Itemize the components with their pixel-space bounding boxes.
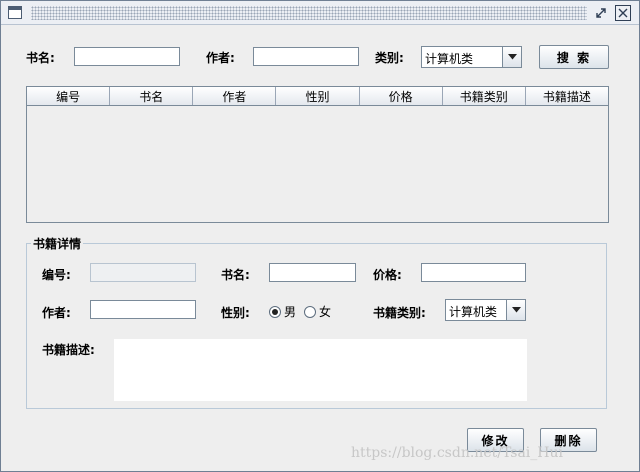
column-header-description[interactable]: 书籍描述	[526, 87, 608, 105]
search-category-value: 计算机类	[425, 52, 474, 66]
results-table[interactable]: 编号 书名 作者 性别 价格 书籍类别 书籍描述	[26, 86, 609, 223]
column-header-category[interactable]: 书籍类别	[443, 87, 526, 105]
detail-category-value: 计算机类	[449, 305, 498, 319]
title-bar[interactable]	[1, 1, 639, 25]
gender-female-radio[interactable]: 女	[304, 303, 331, 320]
app-window: 书名: 作者: 类别: 计算机类 搜 索 编号 书名 作者 性别 价格 书籍类别…	[0, 0, 640, 472]
search-name-label: 书名:	[26, 51, 55, 65]
search-author-input[interactable]	[253, 47, 359, 66]
detail-gender-label: 性别:	[221, 306, 250, 320]
radio-unselected-icon[interactable]	[304, 305, 316, 318]
detail-name-field[interactable]	[269, 263, 356, 282]
detail-price-label: 价格:	[373, 268, 402, 282]
detail-description-label: 书籍描述:	[42, 343, 95, 357]
search-name-input[interactable]	[74, 47, 180, 66]
column-header-gender[interactable]: 性别	[276, 87, 360, 105]
table-header: 编号 书名 作者 性别 价格 书籍类别 书籍描述	[27, 87, 608, 106]
column-header-name[interactable]: 书名	[110, 87, 194, 105]
book-details-title: 书籍详情	[31, 235, 84, 252]
window-icon	[8, 6, 22, 19]
search-author-label: 作者:	[206, 51, 235, 65]
title-grip	[31, 6, 587, 20]
watermark-text: https://blog.csdn.net/Tsai_Hui	[351, 445, 563, 461]
detail-id-label: 编号:	[42, 268, 71, 282]
gender-male-label: 男	[284, 305, 297, 319]
chevron-down-icon[interactable]	[506, 300, 525, 320]
column-header-author[interactable]: 作者	[193, 87, 277, 105]
detail-name-label: 书名:	[221, 268, 250, 282]
column-header-price[interactable]: 价格	[360, 87, 443, 105]
gender-female-label: 女	[319, 305, 332, 319]
radio-selected-icon[interactable]	[269, 305, 281, 318]
search-button[interactable]: 搜 索	[539, 45, 609, 69]
restore-icon[interactable]	[593, 5, 609, 21]
close-icon[interactable]	[615, 5, 631, 21]
detail-id-field	[90, 263, 196, 282]
detail-author-field[interactable]	[90, 300, 196, 319]
gender-male-radio[interactable]: 男	[269, 303, 296, 320]
detail-price-field[interactable]	[421, 263, 526, 282]
chevron-down-icon[interactable]	[502, 47, 521, 67]
detail-author-label: 作者:	[42, 306, 71, 320]
column-header-id[interactable]: 编号	[27, 87, 111, 105]
detail-description-textarea[interactable]	[114, 339, 527, 401]
search-category-select[interactable]: 计算机类	[421, 46, 522, 68]
detail-category-label: 书籍类别:	[373, 306, 426, 320]
search-category-label: 类别:	[375, 51, 404, 65]
detail-category-select[interactable]: 计算机类	[445, 299, 526, 321]
